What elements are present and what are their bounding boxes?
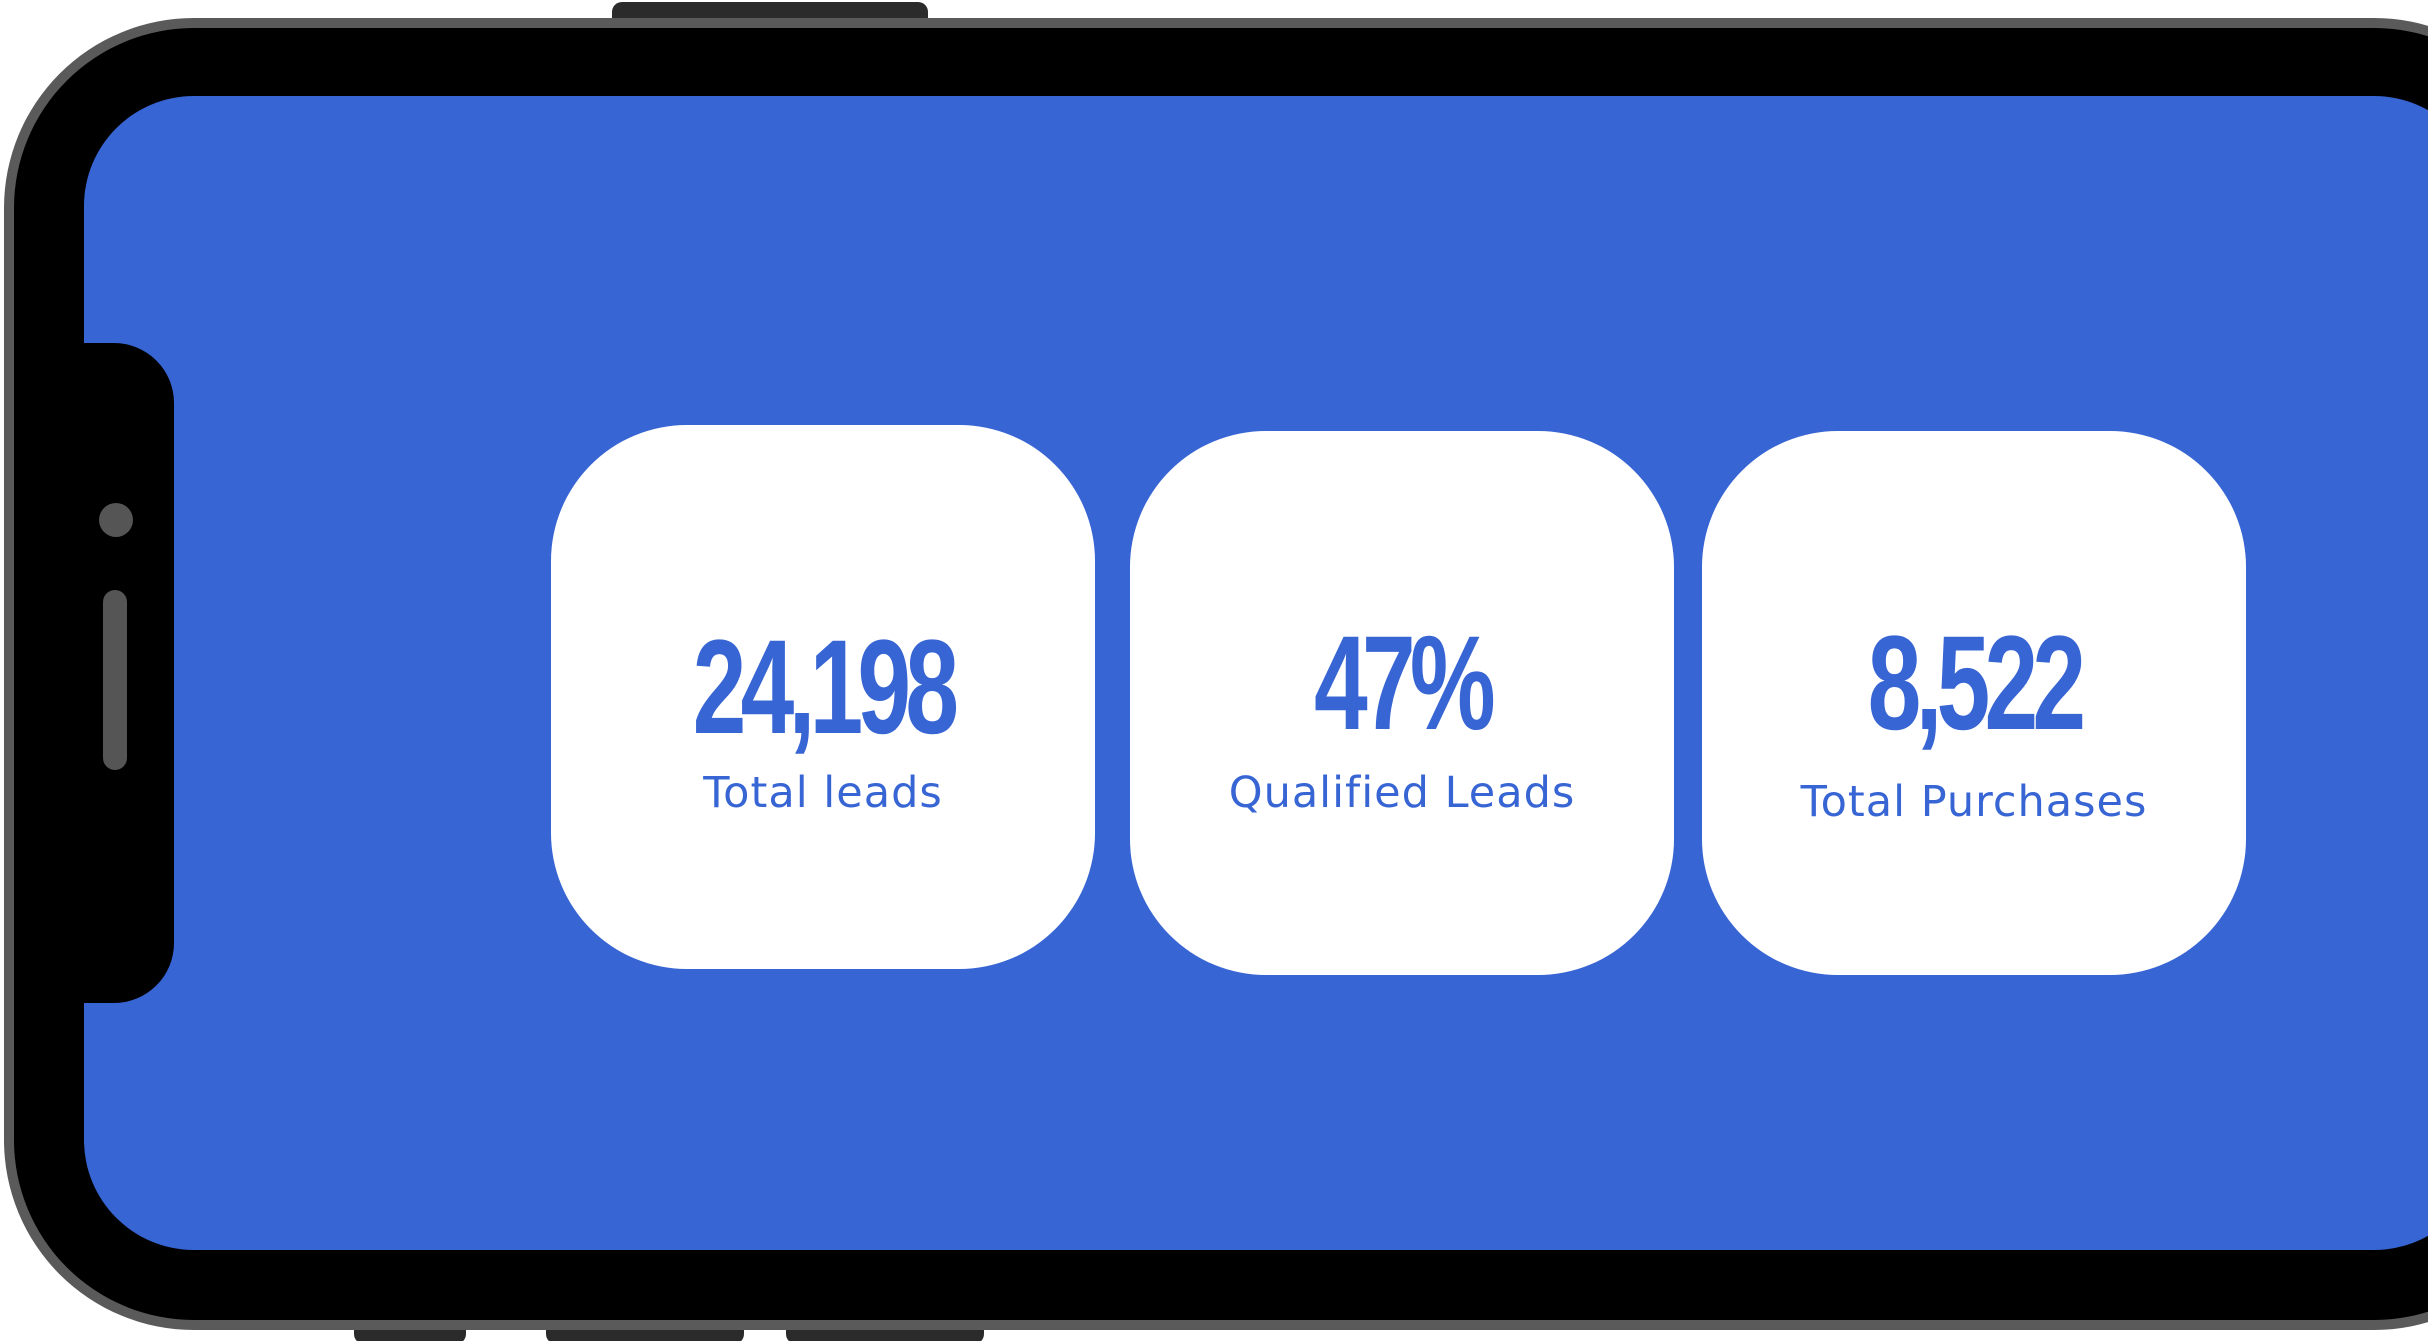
stat-label: Qualified Leads (1228, 768, 1576, 818)
stat-label: Total Purchases (1800, 777, 2148, 827)
stat-card-qualified-leads: 47% Qualified Leads (1130, 431, 1674, 975)
stat-value: 24,198 (692, 613, 959, 762)
stat-card-total-leads: 24,198 Total leads (551, 425, 1095, 969)
stat-value: 47% (1314, 609, 1496, 758)
phone-mockup: 24,198 Total leads 47% Qualified Leads 8… (0, 0, 2428, 1341)
stat-label: Total leads (703, 768, 943, 818)
stat-value: 8,522 (1867, 609, 2086, 758)
front-camera-icon (99, 503, 133, 537)
stat-card-total-purchases: 8,522 Total Purchases (1702, 431, 2246, 975)
earpiece-speaker-icon (103, 590, 127, 770)
